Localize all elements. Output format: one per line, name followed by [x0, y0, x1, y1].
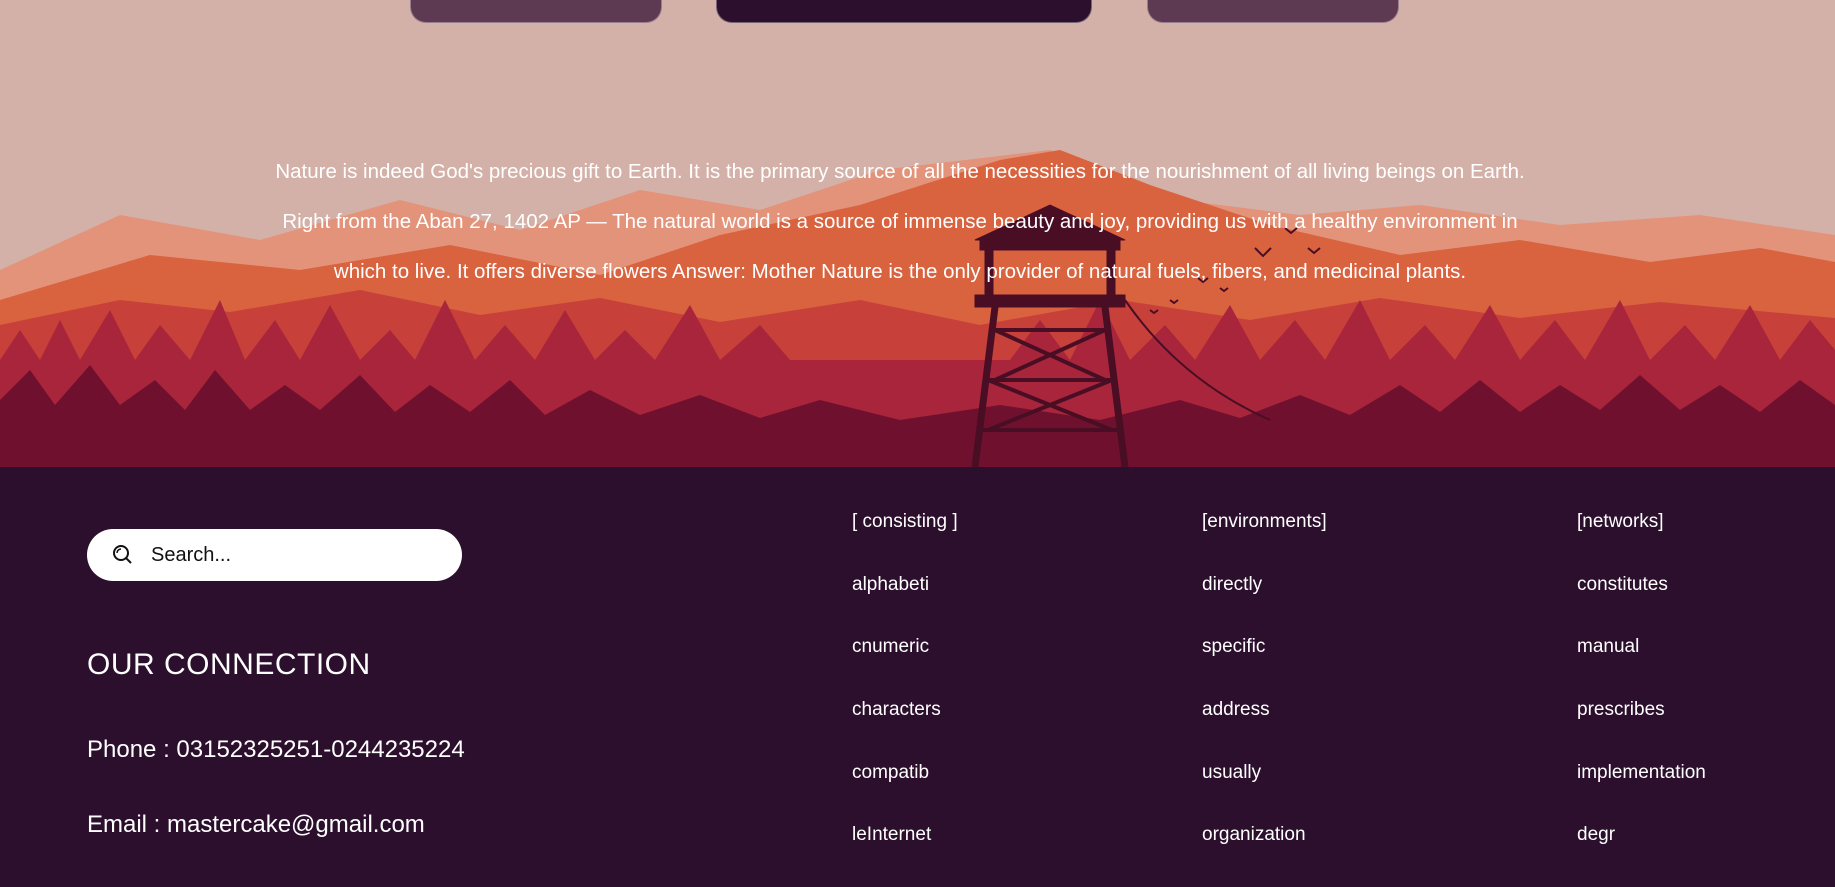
- hero-section: Nature is indeed God's precious gift to …: [0, 0, 1835, 467]
- footer-link[interactable]: address: [1202, 699, 1327, 762]
- footer-link[interactable]: [environments]: [1202, 511, 1327, 574]
- footer-link[interactable]: compatib: [852, 762, 958, 825]
- search-icon[interactable]: [111, 544, 133, 566]
- top-tab-right[interactable]: [1147, 0, 1399, 23]
- footer-link[interactable]: usually: [1202, 762, 1327, 825]
- phone-text: Phone : 03152325251-0244235224: [87, 736, 465, 763]
- footer-link[interactable]: directly: [1202, 574, 1327, 637]
- footer-link[interactable]: specific: [1202, 636, 1327, 699]
- connection-title: OUR CONNECTION: [87, 648, 371, 681]
- footer-link[interactable]: organization: [1202, 824, 1327, 887]
- search-input[interactable]: [149, 542, 443, 568]
- footer-link[interactable]: prescribes: [1577, 699, 1706, 762]
- footer-link[interactable]: [ consisting ]: [852, 511, 958, 574]
- email-text: Email : mastercake@gmail.com: [87, 811, 425, 838]
- top-tab-center[interactable]: [716, 0, 1092, 23]
- top-tab-left[interactable]: [410, 0, 662, 23]
- footer-link[interactable]: constitutes: [1577, 574, 1706, 637]
- search-box[interactable]: [87, 529, 462, 581]
- footer-link[interactable]: characters: [852, 699, 958, 762]
- footer-link[interactable]: alphabeti: [852, 574, 958, 637]
- footer-link-column-3: [networks] constitutes manual prescribes…: [1577, 511, 1706, 887]
- footer-link[interactable]: leInternet: [852, 824, 958, 887]
- footer-link-column-2: [environments] directly specific address…: [1202, 511, 1327, 887]
- footer-link[interactable]: degr: [1577, 824, 1706, 887]
- hero-paragraph: Nature is indeed God's precious gift to …: [275, 160, 1525, 283]
- footer-link[interactable]: manual: [1577, 636, 1706, 699]
- footer-link[interactable]: cnumeric: [852, 636, 958, 699]
- footer-link-column-1: [ consisting ] alphabeti cnumeric charac…: [852, 511, 958, 887]
- footer-link[interactable]: [networks]: [1577, 511, 1706, 574]
- footer: OUR CONNECTION Phone : 03152325251-02442…: [0, 467, 1835, 871]
- footer-link[interactable]: implementation: [1577, 762, 1706, 825]
